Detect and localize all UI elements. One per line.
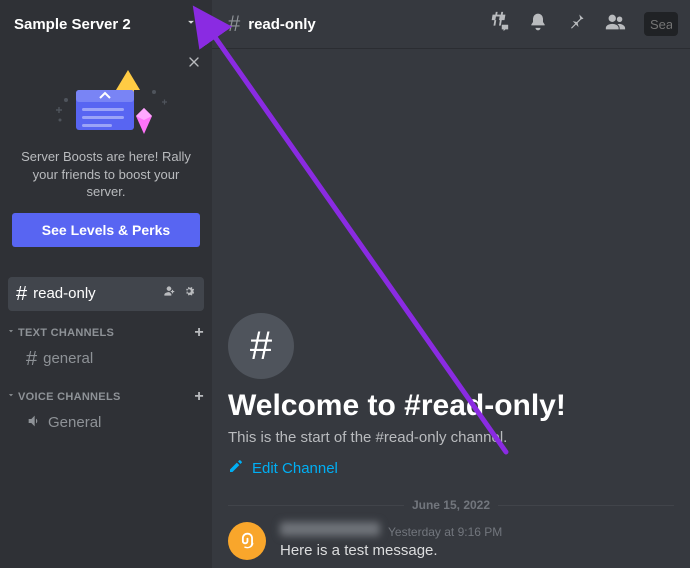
channel-main: # read-only xyxy=(212,0,690,568)
create-invite-icon[interactable] xyxy=(162,284,176,303)
message-username[interactable] xyxy=(280,522,380,540)
avatar[interactable] xyxy=(228,522,266,560)
pencil-icon xyxy=(228,458,244,478)
boost-promo-card: Server Boosts are here! Rally your frien… xyxy=(0,48,212,263)
channel-label: read-only xyxy=(33,285,156,302)
hash-icon: # xyxy=(26,349,37,369)
date-divider: June 15, 2022 xyxy=(228,498,674,512)
boost-cta-button[interactable]: See Levels & Perks xyxy=(12,213,200,247)
chevron-down-icon xyxy=(184,15,198,34)
threads-icon[interactable] xyxy=(488,11,510,38)
boost-illustration xyxy=(12,60,200,142)
gear-icon[interactable] xyxy=(182,284,196,303)
channel-welcome: # Welcome to #read-only! This is the sta… xyxy=(228,313,674,492)
sidebar-channel-read-only[interactable]: # read-only xyxy=(8,277,204,311)
channel-sidebar: Sample Server 2 xyxy=(0,0,212,568)
channel-title: read-only xyxy=(248,16,316,33)
pin-icon[interactable] xyxy=(566,12,586,37)
members-icon[interactable] xyxy=(604,11,626,38)
category-text-channels[interactable]: Text Channels + xyxy=(0,311,212,343)
server-header[interactable]: Sample Server 2 xyxy=(0,0,212,48)
category-label: Text Channels xyxy=(18,327,192,339)
server-name: Sample Server 2 xyxy=(14,16,131,33)
channel-label: General xyxy=(48,414,101,431)
boost-text: Server Boosts are here! Rally your frien… xyxy=(12,148,200,201)
hash-icon: # xyxy=(228,13,240,35)
hash-icon: # xyxy=(16,284,27,304)
edit-channel-link[interactable]: Edit Channel xyxy=(228,458,674,478)
chevron-down-icon xyxy=(6,390,16,403)
search-box[interactable] xyxy=(644,12,678,36)
sidebar-voice-general[interactable]: General xyxy=(8,408,204,438)
message-timestamp: Yesterday at 9:16 PM xyxy=(388,525,502,539)
message-row: Yesterday at 9:16 PM Here is a test mess… xyxy=(228,518,674,568)
edit-channel-label: Edit Channel xyxy=(252,460,338,477)
chat-scroll-area[interactable]: # Welcome to #read-only! This is the sta… xyxy=(212,48,690,568)
date-text: June 15, 2022 xyxy=(412,498,490,512)
channel-header: # read-only xyxy=(212,0,690,48)
speaker-icon xyxy=(26,413,42,433)
category-voice-channels[interactable]: Voice Channels + xyxy=(0,375,212,407)
channel-label: general xyxy=(43,350,93,367)
welcome-subtitle: This is the start of the #read-only chan… xyxy=(228,429,674,446)
welcome-hash-badge: # xyxy=(228,313,294,379)
search-input[interactable] xyxy=(650,17,672,32)
bell-icon[interactable] xyxy=(528,12,548,37)
welcome-title: Welcome to #read-only! xyxy=(228,389,674,423)
sidebar-channel-general[interactable]: # general xyxy=(8,344,204,374)
message-text: Here is a test message. xyxy=(280,542,674,559)
add-channel-icon[interactable]: + xyxy=(194,325,204,341)
chevron-down-icon xyxy=(6,326,16,339)
add-channel-icon[interactable]: + xyxy=(194,389,204,405)
category-label: Voice Channels xyxy=(18,391,192,403)
